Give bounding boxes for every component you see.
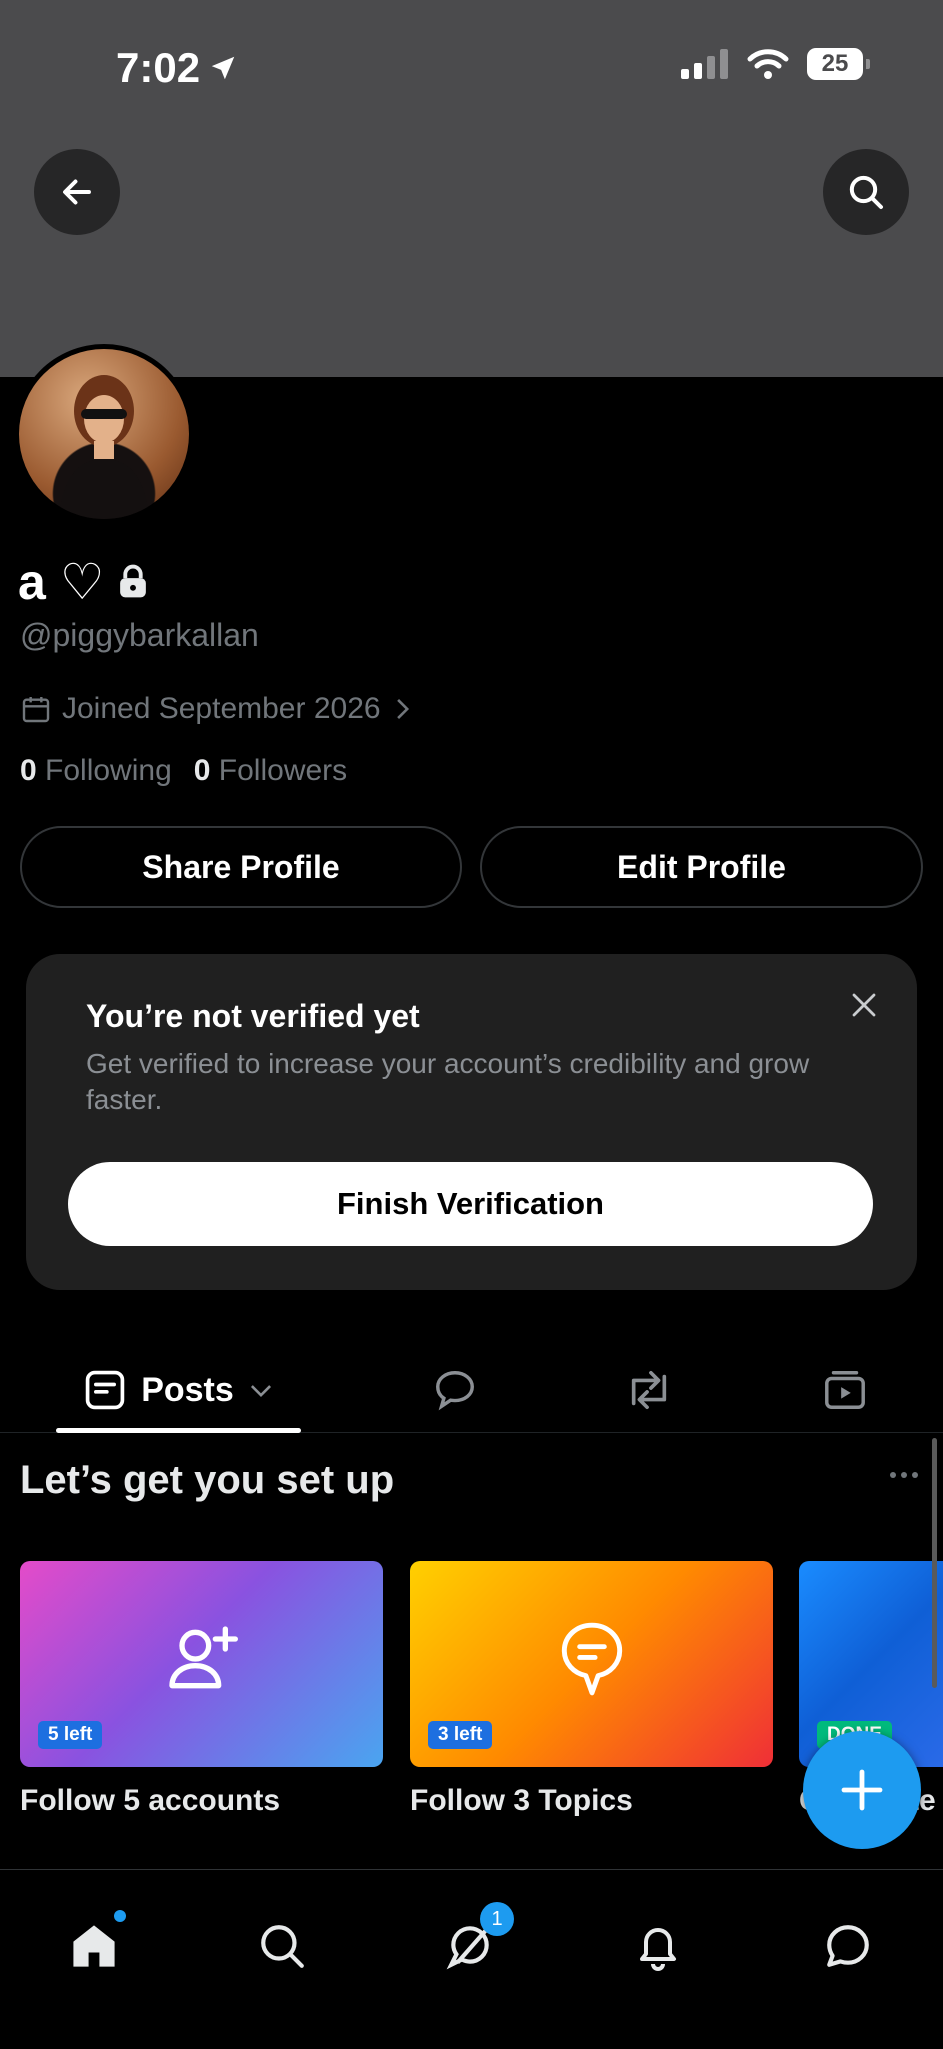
more-icon bbox=[890, 1472, 918, 1478]
avatar[interactable] bbox=[14, 344, 194, 524]
wifi-icon bbox=[747, 49, 789, 79]
nav-notifications[interactable] bbox=[628, 1916, 688, 1976]
status-time: 7:02 bbox=[116, 44, 238, 92]
repost-icon bbox=[631, 1370, 667, 1410]
following-count: 0 bbox=[20, 754, 37, 787]
media-icon bbox=[825, 1371, 865, 1409]
share-profile-button[interactable]: Share Profile bbox=[20, 826, 462, 908]
following-link[interactable]: 0 Following bbox=[20, 754, 172, 788]
display-name: a ♡ bbox=[18, 553, 149, 611]
home-icon bbox=[73, 1925, 115, 1967]
back-button[interactable] bbox=[34, 149, 120, 235]
message-bubble-icon bbox=[827, 1925, 869, 1967]
nav-home[interactable] bbox=[64, 1910, 126, 1976]
avatar-image bbox=[19, 349, 189, 519]
edit-profile-button[interactable]: Edit Profile bbox=[480, 826, 923, 908]
tab-media[interactable] bbox=[810, 1348, 880, 1432]
arrow-left-icon bbox=[63, 179, 91, 205]
search-icon bbox=[849, 175, 883, 209]
verification-card: You’re not verified yet Get verified to … bbox=[26, 954, 917, 1290]
battery-icon: 25 bbox=[807, 48, 870, 80]
messages-badge: 1 bbox=[480, 1902, 514, 1936]
add-user-icon bbox=[169, 1626, 238, 1689]
tile-label-follow-topics[interactable]: Follow 3 Topics bbox=[410, 1784, 633, 1818]
bottom-navigation: 1 bbox=[0, 1869, 943, 2049]
nav-explore[interactable] bbox=[252, 1916, 312, 1976]
profile-handle: @piggybarkallan bbox=[20, 617, 259, 653]
followers-link[interactable]: 0 Followers bbox=[194, 754, 347, 788]
clock-text: 7:02 bbox=[116, 44, 201, 91]
tab-posts-label: Posts bbox=[141, 1370, 234, 1409]
tab-posts[interactable]: Posts bbox=[56, 1348, 301, 1432]
close-button[interactable] bbox=[849, 990, 879, 1020]
calendar-icon bbox=[22, 697, 50, 723]
followers-label: Followers bbox=[218, 754, 348, 787]
setup-tile-follow-topics[interactable]: 3 left bbox=[410, 1561, 773, 1767]
verification-text: Get verified to increase your account’s … bbox=[86, 1048, 810, 1115]
verification-title: You’re not verified yet bbox=[86, 998, 420, 1034]
tab-replies[interactable] bbox=[420, 1348, 490, 1432]
follow-stats: 0 Following 0 Followers bbox=[20, 754, 347, 788]
tile-label-follow-accounts[interactable]: Follow 5 accounts bbox=[20, 1784, 280, 1818]
following-label: Following bbox=[45, 754, 172, 787]
finish-verification-button[interactable]: Finish Verification bbox=[68, 1162, 873, 1246]
status-indicators: 25 bbox=[681, 48, 870, 80]
topic-bubble-icon bbox=[561, 1622, 623, 1696]
close-icon bbox=[852, 993, 876, 1017]
chevron-down-icon bbox=[250, 1385, 271, 1398]
battery-level: 25 bbox=[821, 50, 849, 77]
reply-bubble-icon bbox=[436, 1371, 474, 1411]
plus-icon bbox=[841, 1769, 883, 1811]
location-arrow-icon bbox=[211, 56, 235, 80]
nav-messages[interactable] bbox=[818, 1916, 878, 1976]
tab-reposts[interactable] bbox=[614, 1348, 684, 1432]
posts-icon bbox=[85, 1370, 125, 1410]
scrollbar[interactable] bbox=[932, 1438, 937, 1688]
tile-badge: 3 left bbox=[428, 1721, 493, 1749]
nav-grok[interactable]: 1 bbox=[440, 1902, 514, 1976]
joined-text: Joined September 2026 bbox=[62, 692, 381, 725]
chevron-right-icon bbox=[396, 698, 409, 720]
followers-count: 0 bbox=[193, 754, 211, 787]
lock-icon bbox=[119, 564, 146, 598]
bell-icon bbox=[640, 1928, 676, 1971]
search-icon bbox=[261, 1925, 304, 1968]
cellular-signal-icon bbox=[681, 49, 728, 79]
joined-date[interactable]: Joined September 2026 bbox=[20, 692, 413, 726]
avatar-portrait bbox=[59, 375, 149, 519]
setup-tile-follow-accounts[interactable]: 5 left bbox=[20, 1561, 383, 1767]
tab-active-indicator bbox=[56, 1428, 301, 1433]
compose-post-button[interactable] bbox=[803, 1731, 921, 1849]
more-options-button[interactable] bbox=[889, 1470, 919, 1480]
setup-title: Let’s get you set up bbox=[20, 1458, 395, 1502]
search-button[interactable] bbox=[823, 149, 909, 235]
tile-badge: 5 left bbox=[38, 1721, 103, 1749]
profile-tabs: Posts bbox=[0, 1348, 943, 1433]
display-name-text: a ♡ bbox=[18, 554, 105, 610]
home-notification-dot bbox=[114, 1910, 126, 1922]
